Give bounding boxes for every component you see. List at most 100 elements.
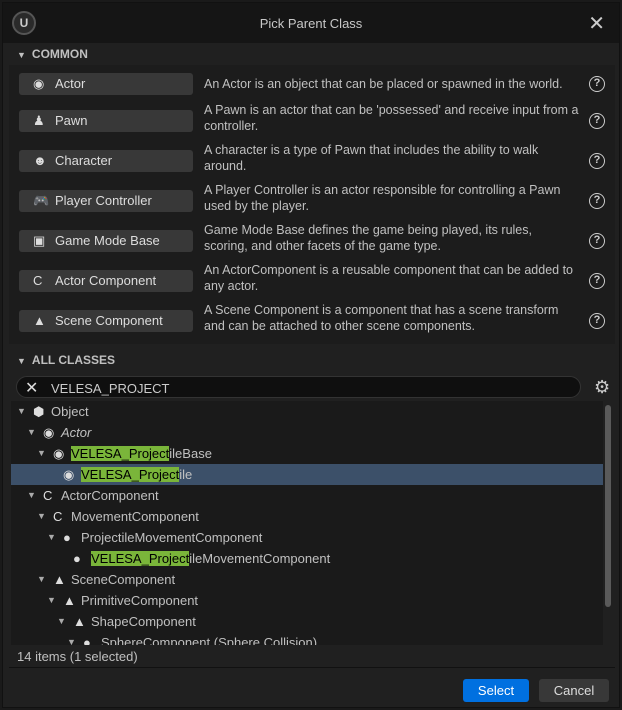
help-icon[interactable]: ? (589, 193, 605, 209)
all-classes-section-header[interactable]: ▼ ALL CLASSES (9, 349, 615, 371)
expand-arrow-icon[interactable]: ▼ (27, 485, 36, 506)
tree-scrollbar[interactable] (605, 405, 611, 607)
common-classes-list: ◉ Actor An Actor is an object that can be… (9, 65, 615, 344)
character-icon: ☻ (33, 153, 47, 168)
expand-arrow-icon[interactable]: ▼ (47, 590, 56, 611)
common-class-button[interactable]: ▲ Scene Component (19, 310, 193, 332)
pawn-icon: ♟ (33, 113, 45, 128)
tree-row-label: VELESA_Projectile (81, 464, 192, 485)
common-class-description: A character is a type of Pawn that inclu… (204, 143, 539, 173)
common-class-label: Pawn (55, 113, 88, 128)
common-class-label: Character (55, 153, 113, 168)
tree-row-label-rest: PrimitiveComponent (81, 593, 199, 608)
expand-arrow-icon[interactable]: ▼ (17, 401, 26, 422)
tree-row[interactable]: ● VELESA_ProjectileMovementComponent (11, 548, 603, 569)
tree-row-label: VELESA_ProjectileBase (71, 443, 212, 464)
component-icon: C (33, 273, 43, 288)
expand-arrow-icon[interactable]: ▼ (67, 632, 76, 645)
tree-row-label: VELESA_ProjectileMovementComponent (91, 548, 330, 569)
gamepad-icon: 🎮 (33, 193, 50, 208)
common-class-button[interactable]: ▣ Game Mode Base (19, 230, 193, 252)
expand-arrow-icon[interactable]: ▼ (47, 527, 56, 548)
tree-row-label: ProjectileMovementComponent (81, 527, 262, 548)
tree-row-label: ShapeComponent (91, 611, 196, 632)
tree-row[interactable]: ▼ ▲ ShapeComponent (11, 611, 603, 632)
tree-row[interactable]: ▼ C ActorComponent (11, 485, 603, 506)
select-button[interactable]: Select (463, 679, 529, 702)
expand-arrow-icon[interactable]: ▼ (37, 569, 46, 590)
tree-row-label: Object (51, 401, 89, 422)
sphere-icon: ● (83, 635, 91, 645)
collapse-arrow-icon: ▼ (17, 50, 26, 60)
common-class-row: ▲ Scene Component A Scene Component is a … (9, 303, 615, 346)
help-icon[interactable]: ? (589, 313, 605, 329)
actor-icon: ◉ (43, 425, 55, 440)
tree-row-label-rest: ile (179, 467, 193, 482)
scene-component-icon: ▲ (53, 572, 66, 587)
tree-row[interactable]: ▼ ⬢ Object (11, 401, 603, 422)
common-class-label: Game Mode Base (55, 233, 160, 248)
common-class-button[interactable]: ◉ Actor (19, 73, 193, 95)
tree-row[interactable]: ▼ ▲ SceneComponent (11, 569, 603, 590)
tree-row[interactable]: ▼ ● ProjectileMovementComponent (11, 527, 603, 548)
collapse-arrow-icon: ▼ (17, 356, 26, 366)
scene-component-icon: ▲ (33, 313, 46, 328)
common-class-row: ▣ Game Mode Base Game Mode Base defines t… (9, 223, 615, 266)
common-class-row: 🎮 Player Controller A Player Controller i… (9, 183, 615, 226)
tree-row-label-rest: ActorComponent (61, 488, 159, 503)
class-tree: ▼ ⬢ Object ▼ ◉ Actor ▼ ◉ VELESA_ProjectileBase ◉ V… (11, 401, 603, 645)
tree-row-label-rest: ShapeComponent (91, 614, 196, 629)
common-class-label: Scene Component (55, 313, 163, 328)
help-icon[interactable]: ? (589, 113, 605, 129)
tree-row-label: PrimitiveComponent (81, 590, 198, 611)
object-icon: ⬢ (33, 404, 45, 419)
tree-row[interactable]: ▼ ◉ VELESA_ProjectileBase (11, 443, 603, 464)
common-class-button[interactable]: ♟ Pawn (19, 110, 193, 132)
common-class-button[interactable]: C Actor Component (19, 270, 193, 292)
common-section-header[interactable]: ▼ COMMON (9, 43, 615, 65)
tree-row-label: ActorComponent (61, 485, 159, 506)
tree-row-label-rest: ileMovementComponent (189, 551, 331, 566)
help-icon[interactable]: ? (589, 273, 605, 289)
expand-arrow-icon[interactable]: ▼ (57, 611, 66, 632)
projectile-icon: ● (73, 551, 81, 566)
settings-gear-icon[interactable]: ⚙ (594, 377, 610, 398)
tree-row[interactable]: ▼ ▲ PrimitiveComponent (11, 590, 603, 611)
common-class-label: Actor (55, 76, 86, 91)
search-match-highlight: VELESA_Project (71, 446, 170, 461)
common-class-button[interactable]: ☻ Character (19, 150, 193, 172)
common-class-description: A Pawn is an actor that can be 'possesse… (204, 103, 579, 133)
common-class-label: Player Controller (55, 193, 152, 208)
tree-row[interactable]: ▼ ● SphereComponent (Sphere Collision) (11, 632, 603, 645)
common-class-description: An Actor is an object that can be placed… (204, 77, 563, 91)
expand-arrow-icon[interactable]: ▼ (37, 443, 46, 464)
tree-row-label: SceneComponent (71, 569, 175, 590)
common-class-row: C Actor Component An ActorComponent is a … (9, 263, 615, 306)
tree-row-label: SphereComponent (Sphere Collision) (101, 632, 317, 645)
help-icon[interactable]: ? (589, 76, 605, 92)
tree-row-label-rest: Actor (61, 425, 92, 440)
expand-arrow-icon[interactable]: ▼ (37, 506, 46, 527)
status-text: 14 items (1 selected) (17, 649, 138, 664)
help-icon[interactable]: ? (589, 233, 605, 249)
class-search-input[interactable] (51, 379, 551, 397)
actor-icon: ◉ (63, 467, 75, 482)
close-button[interactable]: ✕ (588, 11, 605, 36)
actor-icon: ◉ (33, 76, 45, 91)
cancel-button[interactable]: Cancel (539, 679, 609, 702)
common-class-button[interactable]: 🎮 Player Controller (19, 190, 193, 212)
expand-arrow-icon[interactable]: ▼ (27, 422, 36, 443)
common-class-description: A Scene Component is a component that ha… (204, 303, 559, 333)
tree-row-label-rest: ileBase (169, 446, 212, 461)
tree-row[interactable]: ◉ VELESA_Projectile (11, 464, 603, 485)
tree-row[interactable]: ▼ ◉ Actor (11, 422, 603, 443)
tree-row-label: Actor (61, 422, 91, 443)
common-class-description: An ActorComponent is a reusable componen… (204, 263, 573, 293)
common-class-description: A Player Controller is an actor responsi… (204, 183, 561, 213)
common-header-label: COMMON (31, 47, 88, 61)
title-bar: U Pick Parent Class ✕ (3, 3, 619, 43)
tree-row[interactable]: ▼ C MovementComponent (11, 506, 603, 527)
help-icon[interactable]: ? (589, 153, 605, 169)
class-search-box: ✕ (16, 376, 581, 398)
clear-search-icon[interactable]: ✕ (25, 378, 38, 398)
